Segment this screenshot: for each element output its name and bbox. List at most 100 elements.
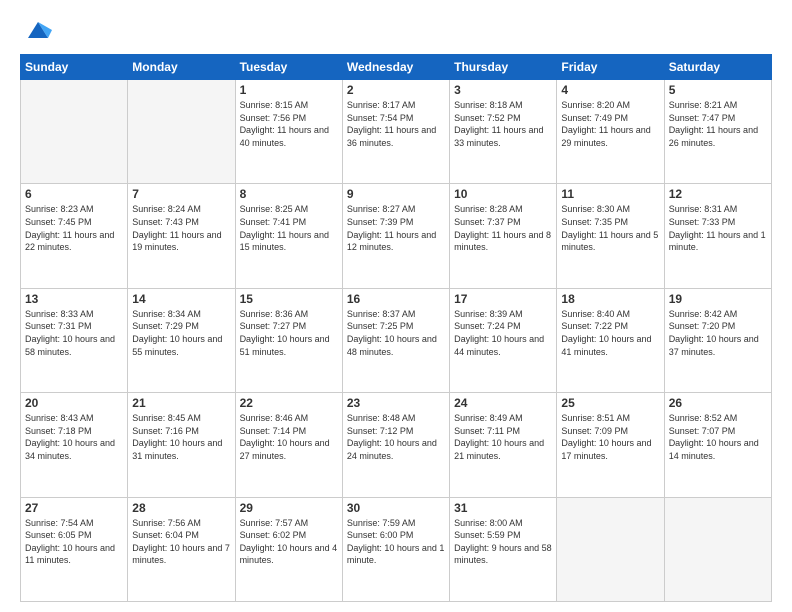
weekday-header: Wednesday (342, 55, 449, 80)
day-number: 9 (347, 187, 445, 201)
weekday-header: Monday (128, 55, 235, 80)
day-number: 28 (132, 501, 230, 515)
cell-info: Sunrise: 8:37 AM Sunset: 7:25 PM Dayligh… (347, 308, 445, 358)
cell-info: Sunrise: 8:33 AM Sunset: 7:31 PM Dayligh… (25, 308, 123, 358)
calendar-cell: 1 Sunrise: 8:15 AM Sunset: 7:56 PM Daylig… (235, 80, 342, 184)
calendar-cell: 13 Sunrise: 8:33 AM Sunset: 7:31 PM Dayli… (21, 288, 128, 392)
day-number: 27 (25, 501, 123, 515)
calendar-week-row: 27 Sunrise: 7:54 AM Sunset: 6:05 PM Dayli… (21, 497, 772, 601)
cell-info: Sunrise: 8:45 AM Sunset: 7:16 PM Dayligh… (132, 412, 230, 462)
day-number: 20 (25, 396, 123, 410)
calendar-cell: 17 Sunrise: 8:39 AM Sunset: 7:24 PM Dayli… (450, 288, 557, 392)
calendar-cell (128, 80, 235, 184)
cell-info: Sunrise: 8:00 AM Sunset: 5:59 PM Dayligh… (454, 517, 552, 567)
calendar-week-row: 13 Sunrise: 8:33 AM Sunset: 7:31 PM Dayli… (21, 288, 772, 392)
calendar-cell: 7Sunrise: 8:24 AM Sunset: 7:43 PM Daylig… (128, 184, 235, 288)
calendar-cell (557, 497, 664, 601)
calendar-cell: 9 Sunrise: 8:27 AM Sunset: 7:39 PM Daylig… (342, 184, 449, 288)
logo (20, 16, 52, 44)
logo-icon (24, 16, 52, 44)
calendar-header: SundayMondayTuesdayWednesdayThursdayFrid… (21, 55, 772, 80)
day-number: 23 (347, 396, 445, 410)
cell-info: Sunrise: 8:48 AM Sunset: 7:12 PM Dayligh… (347, 412, 445, 462)
cell-info: Sunrise: 8:51 AM Sunset: 7:09 PM Dayligh… (561, 412, 659, 462)
calendar-cell: 10 Sunrise: 8:28 AM Sunset: 7:37 PM Dayli… (450, 184, 557, 288)
weekday-header: Sunday (21, 55, 128, 80)
calendar-cell: 4 Sunrise: 8:20 AM Sunset: 7:49 PM Daylig… (557, 80, 664, 184)
day-number: 10 (454, 187, 552, 201)
day-number: 24 (454, 396, 552, 410)
day-number: 30 (347, 501, 445, 515)
cell-info: Sunrise: 7:57 AM Sunset: 6:02 PM Dayligh… (240, 517, 338, 567)
cell-info: Sunrise: 8:24 AM Sunset: 7:43 PM Dayligh… (132, 203, 230, 253)
day-number: 5 (669, 83, 767, 97)
cell-info: Sunrise: 8:36 AM Sunset: 7:27 PM Dayligh… (240, 308, 338, 358)
weekday-header: Thursday (450, 55, 557, 80)
calendar-table: SundayMondayTuesdayWednesdayThursdayFrid… (20, 54, 772, 602)
cell-info: Sunrise: 8:39 AM Sunset: 7:24 PM Dayligh… (454, 308, 552, 358)
calendar-cell: 5Sunrise: 8:21 AM Sunset: 7:47 PM Daylig… (664, 80, 771, 184)
page: SundayMondayTuesdayWednesdayThursdayFrid… (0, 0, 792, 612)
day-number: 8 (240, 187, 338, 201)
calendar-cell: 28Sunrise: 7:56 AM Sunset: 6:04 PM Dayli… (128, 497, 235, 601)
cell-info: Sunrise: 8:34 AM Sunset: 7:29 PM Dayligh… (132, 308, 230, 358)
cell-info: Sunrise: 8:27 AM Sunset: 7:39 PM Dayligh… (347, 203, 445, 253)
calendar-cell: 29 Sunrise: 7:57 AM Sunset: 6:02 PM Dayli… (235, 497, 342, 601)
day-number: 17 (454, 292, 552, 306)
calendar-cell: 24 Sunrise: 8:49 AM Sunset: 7:11 PM Dayli… (450, 393, 557, 497)
cell-info: Sunrise: 8:31 AM Sunset: 7:33 PM Dayligh… (669, 203, 767, 253)
calendar-cell: 19 Sunrise: 8:42 AM Sunset: 7:20 PM Dayli… (664, 288, 771, 392)
day-number: 14 (132, 292, 230, 306)
cell-info: Sunrise: 8:28 AM Sunset: 7:37 PM Dayligh… (454, 203, 552, 253)
calendar-cell: 27 Sunrise: 7:54 AM Sunset: 6:05 PM Dayli… (21, 497, 128, 601)
calendar-cell: 12 Sunrise: 8:31 AM Sunset: 7:33 PM Dayli… (664, 184, 771, 288)
calendar-body: 1 Sunrise: 8:15 AM Sunset: 7:56 PM Daylig… (21, 80, 772, 602)
calendar-cell: 25 Sunrise: 8:51 AM Sunset: 7:09 PM Dayli… (557, 393, 664, 497)
calendar-cell: 2Sunrise: 8:17 AM Sunset: 7:54 PM Daylig… (342, 80, 449, 184)
cell-info: Sunrise: 8:49 AM Sunset: 7:11 PM Dayligh… (454, 412, 552, 462)
weekday-header: Tuesday (235, 55, 342, 80)
day-number: 21 (132, 396, 230, 410)
day-number: 11 (561, 187, 659, 201)
day-number: 1 (240, 83, 338, 97)
calendar-cell: 26Sunrise: 8:52 AM Sunset: 7:07 PM Dayli… (664, 393, 771, 497)
cell-info: Sunrise: 8:40 AM Sunset: 7:22 PM Dayligh… (561, 308, 659, 358)
cell-info: Sunrise: 8:25 AM Sunset: 7:41 PM Dayligh… (240, 203, 338, 253)
calendar-cell: 15Sunrise: 8:36 AM Sunset: 7:27 PM Dayli… (235, 288, 342, 392)
cell-info: Sunrise: 7:54 AM Sunset: 6:05 PM Dayligh… (25, 517, 123, 567)
day-number: 19 (669, 292, 767, 306)
day-number: 26 (669, 396, 767, 410)
weekday-header: Saturday (664, 55, 771, 80)
day-number: 25 (561, 396, 659, 410)
cell-info: Sunrise: 7:59 AM Sunset: 6:00 PM Dayligh… (347, 517, 445, 567)
calendar-cell: 6Sunrise: 8:23 AM Sunset: 7:45 PM Daylig… (21, 184, 128, 288)
calendar-cell: 30 Sunrise: 7:59 AM Sunset: 6:00 PM Dayli… (342, 497, 449, 601)
calendar-week-row: 1 Sunrise: 8:15 AM Sunset: 7:56 PM Daylig… (21, 80, 772, 184)
weekday-row: SundayMondayTuesdayWednesdayThursdayFrid… (21, 55, 772, 80)
cell-info: Sunrise: 8:18 AM Sunset: 7:52 PM Dayligh… (454, 99, 552, 149)
cell-info: Sunrise: 8:42 AM Sunset: 7:20 PM Dayligh… (669, 308, 767, 358)
calendar-cell: 23 Sunrise: 8:48 AM Sunset: 7:12 PM Dayli… (342, 393, 449, 497)
day-number: 16 (347, 292, 445, 306)
calendar-cell: 14 Sunrise: 8:34 AM Sunset: 7:29 PM Dayli… (128, 288, 235, 392)
calendar-cell: 16 Sunrise: 8:37 AM Sunset: 7:25 PM Dayli… (342, 288, 449, 392)
day-number: 4 (561, 83, 659, 97)
day-number: 31 (454, 501, 552, 515)
cell-info: Sunrise: 8:20 AM Sunset: 7:49 PM Dayligh… (561, 99, 659, 149)
cell-info: Sunrise: 8:17 AM Sunset: 7:54 PM Dayligh… (347, 99, 445, 149)
day-number: 29 (240, 501, 338, 515)
day-number: 12 (669, 187, 767, 201)
calendar-cell: 3 Sunrise: 8:18 AM Sunset: 7:52 PM Daylig… (450, 80, 557, 184)
day-number: 13 (25, 292, 123, 306)
calendar-cell (21, 80, 128, 184)
calendar-week-row: 20Sunrise: 8:43 AM Sunset: 7:18 PM Dayli… (21, 393, 772, 497)
calendar-cell: 11 Sunrise: 8:30 AM Sunset: 7:35 PM Dayli… (557, 184, 664, 288)
calendar-week-row: 6Sunrise: 8:23 AM Sunset: 7:45 PM Daylig… (21, 184, 772, 288)
day-number: 3 (454, 83, 552, 97)
day-number: 6 (25, 187, 123, 201)
day-number: 22 (240, 396, 338, 410)
cell-info: Sunrise: 8:30 AM Sunset: 7:35 PM Dayligh… (561, 203, 659, 253)
cell-info: Sunrise: 8:15 AM Sunset: 7:56 PM Dayligh… (240, 99, 338, 149)
calendar-cell: 20Sunrise: 8:43 AM Sunset: 7:18 PM Dayli… (21, 393, 128, 497)
header (20, 16, 772, 44)
